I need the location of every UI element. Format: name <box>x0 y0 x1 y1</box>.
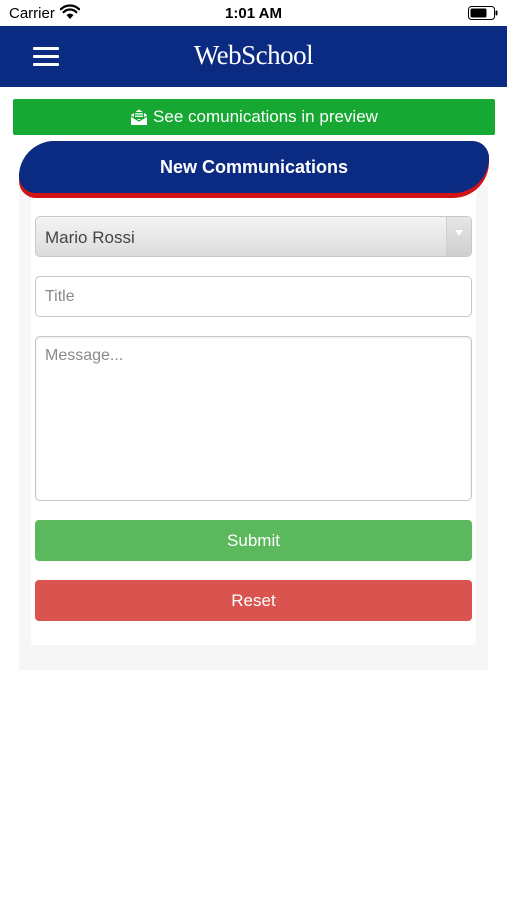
dropdown-arrow-icon[interactable] <box>446 217 471 256</box>
panel-header: New Communications <box>19 141 489 198</box>
submit-button[interactable]: Submit <box>35 520 472 561</box>
battery-icon <box>468 6 498 20</box>
reset-button[interactable]: Reset <box>35 580 472 621</box>
recipient-select[interactable]: Mario Rossi <box>35 216 472 257</box>
preview-button-label: See comunications in preview <box>153 107 378 126</box>
envelope-open-icon <box>130 109 148 125</box>
title-input[interactable] <box>35 276 472 317</box>
status-bar: Carrier 1:01 AM <box>0 0 507 26</box>
preview-communications-button[interactable]: See comunications in preview <box>13 99 495 135</box>
panel-title: New Communications <box>19 141 489 193</box>
top-navbar: WebSchool <box>0 26 507 87</box>
clock: 1:01 AM <box>225 5 282 22</box>
message-textarea[interactable] <box>35 336 472 501</box>
recipient-select-value: Mario Rossi <box>45 228 135 247</box>
app-logo: WebSchool <box>193 40 314 70</box>
